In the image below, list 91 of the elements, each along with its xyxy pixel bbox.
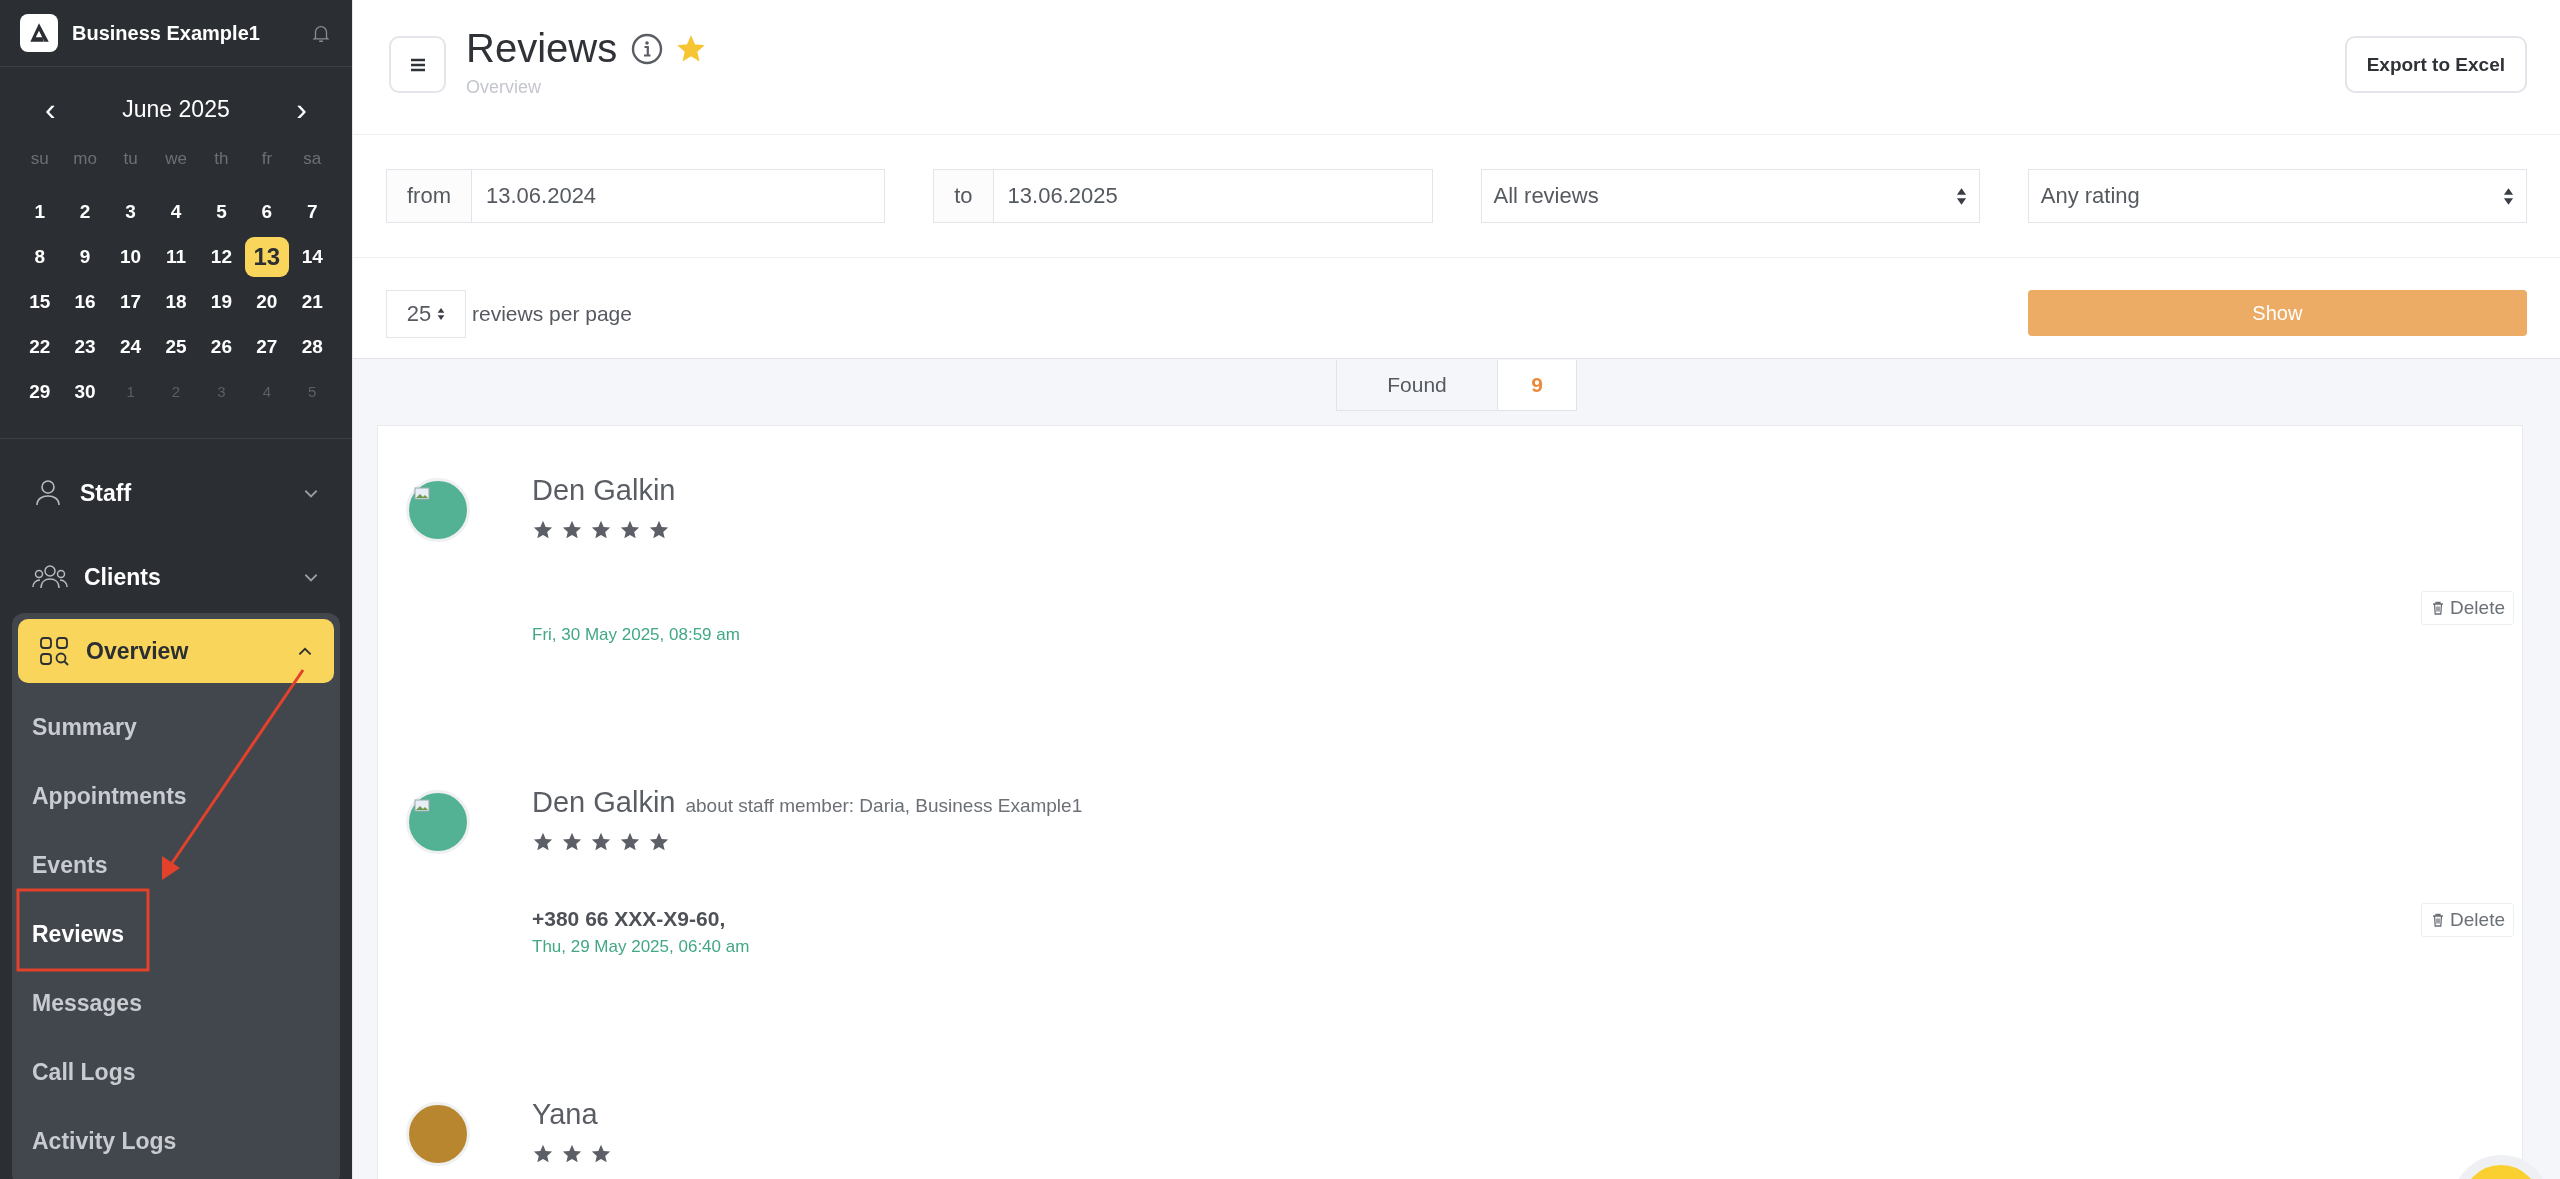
favorite-star-icon[interactable] [677, 34, 706, 63]
calendar-day[interactable]: 29 [20, 372, 59, 411]
review-date: Thu, 29 May 2025, 06:40 am [532, 937, 750, 957]
sort-arrows-icon [2503, 186, 2514, 206]
weekday-label: su [29, 148, 50, 170]
calendar-day[interactable]: 22 [20, 327, 59, 366]
previous-month-button[interactable]: ‹ [39, 93, 62, 125]
calendar-day[interactable]: 5 [202, 192, 241, 231]
business-name: Business Example1 [72, 21, 261, 45]
calendar-day[interactable]: 28 [293, 327, 332, 366]
star-icon [561, 1143, 583, 1165]
submenu-item[interactable]: Activity Logs [18, 1107, 334, 1176]
star-icon [532, 519, 554, 541]
star-icon [648, 519, 670, 541]
per-page-select[interactable]: 25 [386, 290, 466, 338]
page-title: Reviews [466, 26, 618, 71]
star-icon [590, 519, 612, 541]
calendar-day[interactable]: 10 [111, 237, 150, 276]
review-date: Fri, 30 May 2025, 08:59 am [532, 625, 740, 645]
to-date-field[interactable]: to 13.06.2025 [933, 169, 1433, 223]
calendar-day[interactable]: 30 [66, 372, 105, 411]
sort-arrows-icon [437, 307, 446, 321]
from-date-field[interactable]: from 13.06.2024 [386, 169, 886, 223]
review-subject: about staff member: Daria, Business Example1 [685, 795, 1083, 817]
calendar-day[interactable]: 21 [293, 282, 332, 321]
app-logo [20, 14, 58, 52]
calendar-day[interactable]: 25 [157, 327, 195, 366]
review-type-select[interactable]: All reviews [1480, 169, 1980, 223]
submenu-item[interactable]: Reviews [18, 900, 334, 969]
star-icon [561, 519, 583, 541]
calendar-day[interactable]: 26 [202, 327, 241, 366]
submenu-item[interactable]: Call Logs [18, 1038, 334, 1107]
calendar-day[interactable]: 6 [247, 192, 286, 231]
calendar-day[interactable]: 16 [66, 282, 105, 321]
menu-item[interactable]: Clients [12, 545, 340, 609]
found-label: Found [1336, 360, 1498, 411]
star-icon [648, 831, 670, 853]
calendar-day[interactable]: 27 [247, 327, 286, 366]
star-icon [532, 1143, 554, 1165]
weekday-label: th [213, 148, 230, 170]
info-icon[interactable] [631, 32, 664, 65]
calendar-month: June 2025 [122, 95, 230, 123]
weekday-label: tu [122, 148, 139, 170]
reviewer-name: Yana [532, 1098, 598, 1131]
calendar-day[interactable]: 13 [244, 236, 289, 277]
submenu-item[interactable]: Events [18, 831, 334, 900]
calendar-day[interactable]: 2 [66, 192, 105, 231]
star-icon [619, 831, 641, 853]
delete-button[interactable]: Delete [2421, 591, 2514, 625]
found-count: 9 [1498, 360, 1577, 411]
weekday-label: mo [72, 148, 98, 170]
calendar-day[interactable]: 9 [66, 237, 105, 276]
calendar-day[interactable]: 24 [111, 327, 150, 366]
calendar-day[interactable]: 3 [111, 192, 150, 231]
star-icon [590, 831, 612, 853]
calendar-day[interactable]: 20 [247, 282, 286, 321]
calendar-day[interactable]: 18 [157, 282, 195, 321]
calendar-day[interactable]: 11 [157, 237, 195, 276]
calendar-day[interactable]: 1 [20, 192, 59, 231]
star-icon [532, 831, 554, 853]
calendar-day[interactable]: 12 [202, 237, 241, 276]
submenu-item[interactable]: Appointments [18, 762, 334, 831]
reviewer-name: Den Galkin [532, 474, 676, 507]
per-page-label: reviews per page [472, 302, 632, 326]
calendar-day[interactable]: 14 [293, 237, 332, 276]
grid-search-icon [38, 635, 70, 667]
delete-button[interactable]: Delete [2421, 903, 2514, 937]
calendar-day[interactable]: 15 [20, 282, 59, 321]
calendar-day[interactable]: 7 [293, 192, 332, 231]
calendar-day[interactable]: 19 [202, 282, 241, 321]
menu-item[interactable]: Overview [18, 619, 334, 683]
submenu-item[interactable]: Messages [18, 969, 334, 1038]
sort-arrows-icon [1955, 186, 1967, 206]
calendar-day[interactable]: 4 [157, 192, 195, 231]
weekday-label: fr [260, 148, 274, 170]
weekday-label: sa [302, 148, 323, 170]
weekday-label: we [164, 148, 188, 170]
calendar-day[interactable]: 8 [20, 237, 59, 276]
phone-number: +380 66 XXX-X9-60, [532, 907, 727, 931]
export-button[interactable]: Export to Excel [2344, 36, 2527, 93]
reviewer-name: Den Galkin [532, 786, 676, 819]
calendar-day[interactable]: 23 [66, 327, 105, 366]
rating-select[interactable]: Any rating [2027, 169, 2527, 223]
next-month-button[interactable]: › [290, 93, 313, 125]
star-icon [590, 1143, 612, 1165]
submenu-item[interactable]: Summary [18, 693, 334, 762]
menu-item[interactable]: Staff [12, 461, 340, 525]
star-icon [561, 831, 583, 853]
calendar-day[interactable]: 17 [111, 282, 150, 321]
menu-button[interactable] [389, 36, 446, 93]
star-icon [619, 519, 641, 541]
